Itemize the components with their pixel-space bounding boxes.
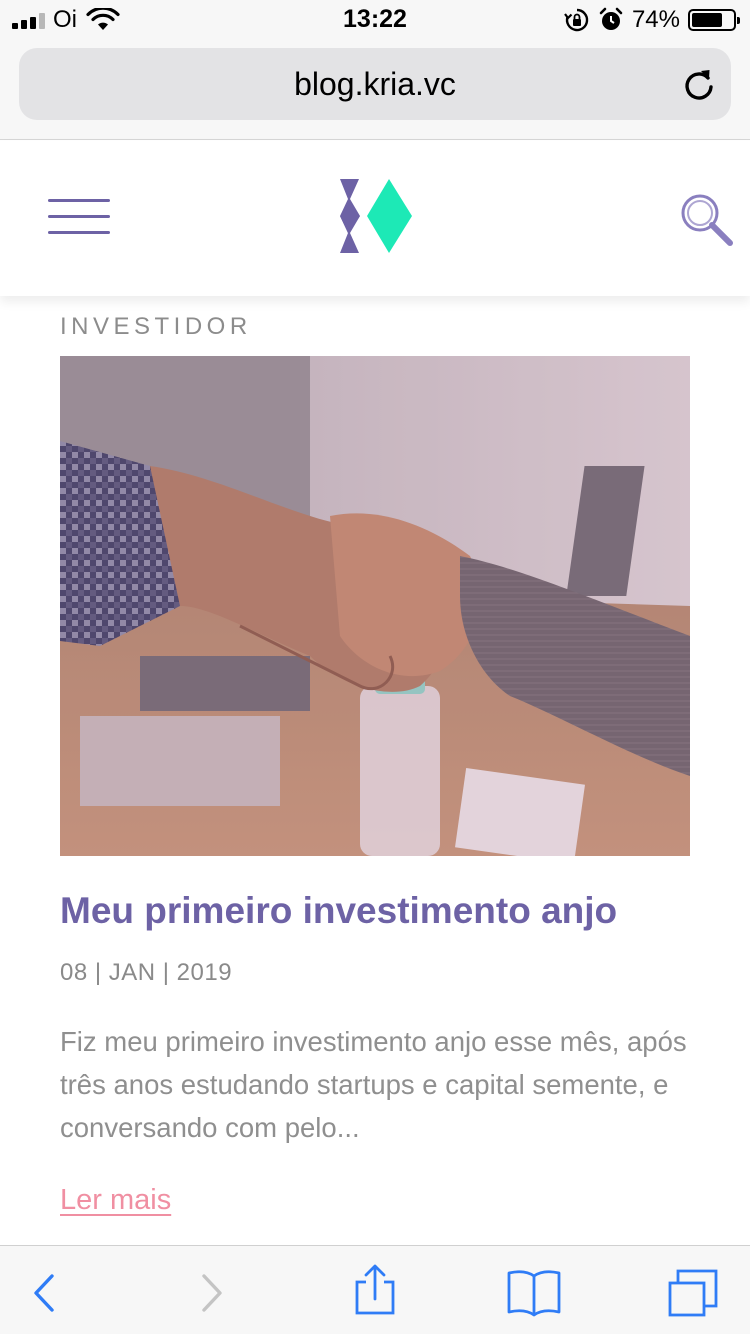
hamburger-menu-icon[interactable] — [48, 197, 110, 237]
share-icon[interactable] — [335, 1246, 415, 1334]
post-date: 08 | JAN | 2019 — [60, 959, 233, 986]
reload-icon[interactable] — [681, 66, 717, 102]
tabs-icon[interactable] — [653, 1246, 733, 1334]
bookmarks-button[interactable] — [494, 1246, 574, 1334]
search-icon[interactable] — [678, 191, 734, 247]
back-arrow-icon[interactable] — [2, 1246, 82, 1334]
orientation-lock-icon — [564, 8, 589, 32]
post-image[interactable] — [60, 356, 690, 856]
status-bar: Oi 13:22 74% — [0, 0, 750, 40]
post-category[interactable]: INVESTIDOR — [60, 313, 252, 341]
battery-icon — [688, 9, 740, 31]
tabs-button[interactable] — [653, 1246, 733, 1334]
battery-percentage: 74% — [631, 6, 680, 33]
kria-logo[interactable] — [336, 179, 414, 253]
forward-arrow-icon[interactable] — [170, 1246, 250, 1334]
post-title[interactable]: Meu primeiro investimento anjo — [60, 890, 720, 932]
bookmarks-icon[interactable] — [494, 1246, 574, 1334]
site-header — [0, 141, 750, 296]
status-right-group: 74% — [564, 5, 740, 35]
forward-button[interactable] — [170, 1246, 250, 1334]
url-text[interactable]: blog.kria.vc — [19, 66, 731, 103]
back-button[interactable] — [2, 1246, 82, 1334]
alarm-icon — [599, 7, 623, 30]
browser-top-chrome: Oi 13:22 74% blog.kria.vc — [0, 0, 750, 140]
share-button[interactable] — [335, 1246, 415, 1334]
handshake-photo — [60, 356, 690, 856]
read-more-link[interactable]: Ler mais — [60, 1184, 171, 1217]
browser-toolbar — [0, 1245, 750, 1334]
address-bar[interactable]: blog.kria.vc — [19, 48, 731, 120]
post-excerpt: Fiz meu primeiro investimento anjo esse … — [60, 1026, 687, 1143]
